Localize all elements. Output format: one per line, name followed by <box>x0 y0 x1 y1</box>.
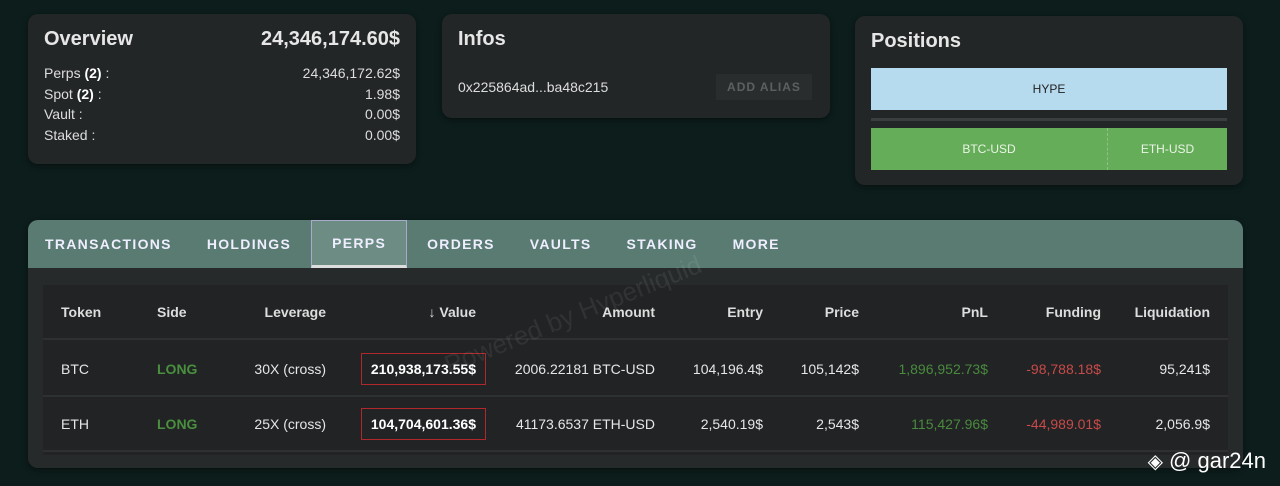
overview-row: Vault : 0.00$ <box>44 104 400 125</box>
perps-panel: TRANSACTIONS HOLDINGS PERPS ORDERS VAULTS STA… <box>28 220 1243 468</box>
cell-funding: -44,989.01$ <box>1026 416 1101 432</box>
row-suffix: : <box>101 65 110 81</box>
cell-entry: 104,196.4$ <box>692 361 763 377</box>
header-liquidation[interactable]: Liquidation <box>1135 285 1210 340</box>
header-funding[interactable]: Funding <box>1046 285 1101 340</box>
cell-pnl: 1,896,952.73$ <box>898 361 988 377</box>
credit-text: @ gar24n <box>1169 448 1266 473</box>
tab-orders[interactable]: ORDERS <box>427 220 495 268</box>
overview-row: Perps (2) : 24,346,172.62$ <box>44 63 400 84</box>
infos-title: Infos <box>458 28 506 50</box>
divider <box>871 118 1227 121</box>
overview-total: 24,346,174.60$ <box>260 28 400 50</box>
row-value: 1.98$ <box>364 85 400 102</box>
position-bar-eth[interactable]: ETH-USD <box>1108 128 1227 170</box>
row-label: Spot <box>44 85 73 102</box>
tab-staking[interactable]: STAKING <box>627 220 698 268</box>
cell-liquidation: 2,056.9$ <box>1155 416 1211 432</box>
header-pnl[interactable]: PnL <box>962 285 988 340</box>
overview-title: Overview <box>44 28 133 50</box>
cell-leverage: 25X (cross) <box>254 416 326 432</box>
header-leverage[interactable]: Leverage <box>265 285 326 340</box>
positions-title: Positions <box>871 30 962 52</box>
header-label: Value <box>439 304 476 320</box>
header-value[interactable]: ↓ Value <box>429 285 476 340</box>
overview-row: Spot (2) : 1.98$ <box>44 84 400 105</box>
overview-card: Overview 24,346,174.60$ Perps (2) : 24,346… <box>28 14 416 164</box>
header-token[interactable]: Token <box>61 285 101 340</box>
positions-card: Positions HYPE BTC-USD ETH-USD <box>855 16 1243 185</box>
cell-amount: 2006.22181 BTC-USD <box>514 361 655 377</box>
header-amount[interactable]: Amount <box>602 285 655 340</box>
sort-desc-icon: ↓ <box>428 304 440 320</box>
wallet-address[interactable]: 0x225864ad...ba48c215 <box>458 79 608 95</box>
row-label: Perps <box>44 65 81 81</box>
cell-side: LONG <box>157 416 198 432</box>
credit-watermark: ◈ @ gar24n <box>1148 448 1266 474</box>
row-label: Vault : <box>44 106 83 122</box>
cell-price: 2,543$ <box>816 416 859 432</box>
row-label: Staked : <box>44 126 96 143</box>
position-bar-btc[interactable]: BTC-USD <box>871 128 1108 170</box>
tab-holdings[interactable]: HOLDINGS <box>207 220 291 268</box>
add-alias-button[interactable]: ADD ALIAS <box>716 74 812 100</box>
row-value: 0.00$ <box>364 106 400 122</box>
cell-side: LONG <box>157 361 198 377</box>
table-row[interactable]: BTC LONG 30X (cross) 210,938,173.55$ 2006.22… <box>43 342 1228 397</box>
tab-more[interactable]: MORE <box>733 220 780 268</box>
header-side[interactable]: Side <box>157 285 187 340</box>
position-bar-hype[interactable]: HYPE <box>871 68 1227 110</box>
tab-perps[interactable]: PERPS <box>311 220 408 268</box>
diamond-logo-icon: ◈ <box>1147 450 1164 473</box>
row-count: (2) <box>84 65 102 81</box>
table-row[interactable]: ETH LONG 25X (cross) 104,704,601.36$ 41173.6… <box>43 397 1228 452</box>
cell-amount: 41173.6537 ETH-USD <box>515 416 655 432</box>
cell-value: 210,938,173.55$ <box>360 353 486 385</box>
row-value: 0.00$ <box>364 126 400 143</box>
row-suffix: : <box>93 85 102 102</box>
tab-bar: TRANSACTIONS HOLDINGS PERPS ORDERS VAULTS STA… <box>28 220 1243 268</box>
cell-token: ETH <box>61 416 89 432</box>
cell-price: 105,142$ <box>800 361 859 377</box>
row-value: 24,346,172.62$ <box>302 65 400 81</box>
tab-transactions[interactable]: TRANSACTIONS <box>45 220 172 268</box>
cell-entry: 2,540.19$ <box>700 416 763 432</box>
cell-funding: -98,788.18$ <box>1026 361 1101 377</box>
header-price[interactable]: Price <box>825 285 859 340</box>
table-header: Token Side Leverage ↓ Value Amount Entry Price… <box>43 285 1228 340</box>
row-count: (2) <box>76 85 94 102</box>
cell-liquidation: 95,241$ <box>1159 361 1210 377</box>
perps-table: Token Side Leverage ↓ Value Amount Entry Price… <box>43 285 1228 455</box>
cell-leverage: 30X (cross) <box>254 361 326 377</box>
overview-row: Staked : 0.00$ <box>44 125 400 146</box>
cell-value: 104,704,601.36$ <box>360 408 486 440</box>
tab-vaults[interactable]: VAULTS <box>530 220 592 268</box>
header-entry[interactable]: Entry <box>727 285 763 340</box>
cell-token: BTC <box>61 361 89 377</box>
cell-pnl: 115,427.96$ <box>911 416 988 432</box>
infos-card: Infos 0x225864ad...ba48c215 ADD ALIAS <box>442 14 830 118</box>
